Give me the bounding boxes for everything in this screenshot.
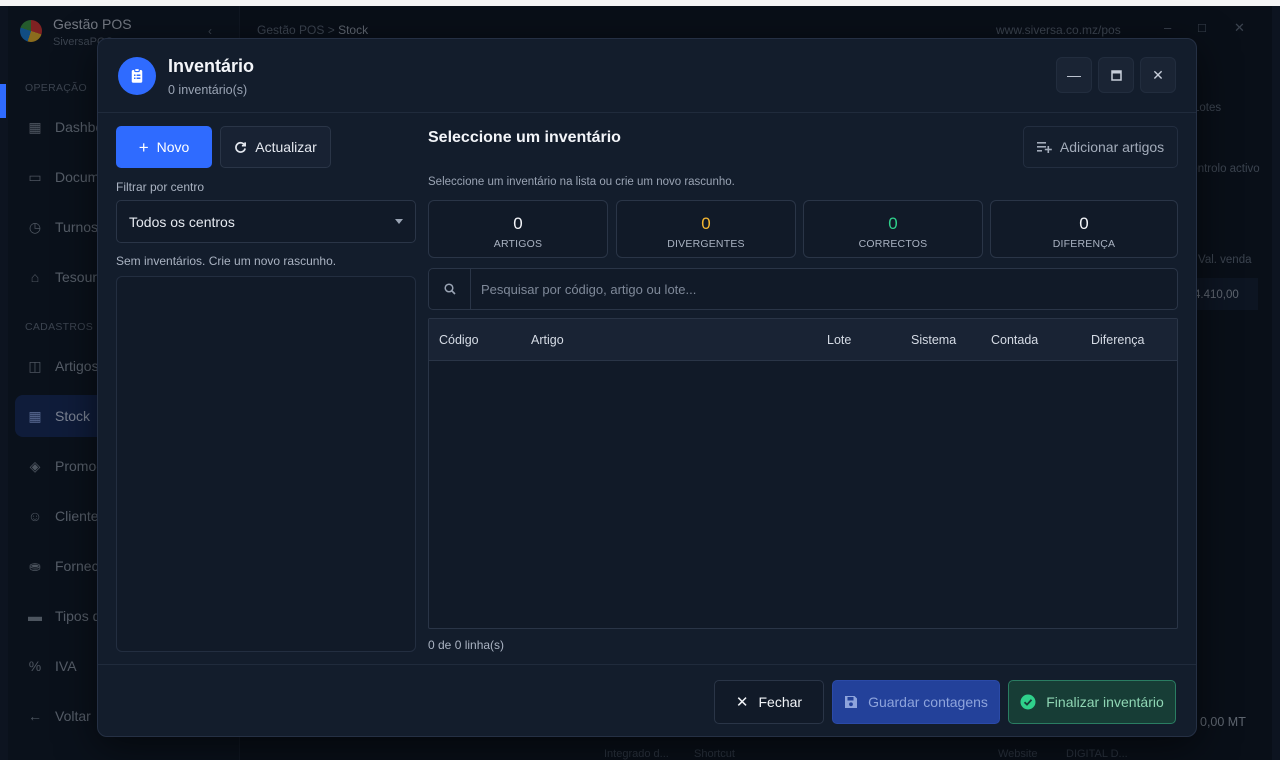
search-input[interactable] — [471, 269, 1177, 309]
new-inventory-label: Novo — [156, 139, 190, 155]
column-header-contada[interactable]: Contada — [991, 333, 1038, 347]
clipboard-icon — [118, 57, 156, 95]
desktop-left-edge — [0, 6, 8, 760]
refresh-label: Actualizar — [255, 139, 317, 155]
inventory-list[interactable] — [116, 276, 416, 652]
center-filter-value: Todos os centros — [129, 213, 235, 230]
refresh-button[interactable]: Actualizar — [220, 126, 331, 168]
finalize-label: Finalizar inventário — [1046, 694, 1164, 710]
panel-hint: Seleccione um inventário na lista ou cri… — [428, 176, 735, 188]
filter-label: Filtrar por centro — [116, 180, 205, 194]
stat-value: 0 — [1079, 214, 1089, 233]
row-count: 0 de 0 linha(s) — [428, 638, 505, 652]
close-button[interactable]: ✕ Fechar — [714, 680, 824, 724]
minus-icon: — — [1067, 67, 1081, 83]
close-modal-button[interactable]: ✕ — [1140, 57, 1176, 93]
stat-label: DIVERGENTES — [667, 238, 745, 250]
table-header: Código Artigo Lote Sistema Contada Difer… — [429, 319, 1177, 361]
stat-diferenca: 0 DIFERENÇA — [990, 200, 1178, 258]
stat-value: 0 — [513, 214, 523, 233]
close-label: Fechar — [758, 694, 803, 710]
empty-inventories-message: Sem inventários. Crie um novo rascunho. — [116, 254, 337, 268]
modal-subtitle: 0 inventário(s) — [168, 83, 248, 97]
inventory-lines-table: Código Artigo Lote Sistema Contada Difer… — [428, 318, 1178, 629]
modal-header: Inventário 0 inventário(s) — ✕ — [98, 39, 1196, 113]
modal-footer: ✕ Fechar Guardar contagens Finalizar inv… — [98, 664, 1196, 738]
inventory-modal: Inventário 0 inventário(s) — ✕ + Novo Ac… — [97, 38, 1197, 737]
save-counts-label: Guardar contagens — [868, 694, 988, 710]
stat-label: DIFERENÇA — [1052, 238, 1116, 250]
desktop-right-edge — [1272, 6, 1280, 760]
save-counts-button[interactable]: Guardar contagens — [832, 680, 1000, 724]
finalize-inventory-button[interactable]: Finalizar inventário — [1008, 680, 1176, 724]
column-header-lote[interactable]: Lote — [827, 333, 851, 347]
new-inventory-button[interactable]: + Novo — [116, 126, 212, 168]
maximize-icon — [1110, 69, 1122, 81]
center-filter-select[interactable]: Todos os centros — [116, 200, 416, 243]
desktop-edge-accent — [0, 84, 6, 118]
stat-correctos: 0 CORRECTOS — [803, 200, 983, 258]
add-items-button[interactable]: Adicionar artigos — [1023, 126, 1178, 168]
refresh-icon — [235, 141, 247, 153]
column-header-sistema[interactable]: Sistema — [911, 333, 956, 347]
stat-value: 0 — [701, 214, 711, 233]
maximize-button[interactable] — [1098, 57, 1134, 93]
search-box — [428, 268, 1178, 310]
playlist-add-icon — [1036, 142, 1052, 153]
close-icon: ✕ — [735, 694, 749, 711]
stat-label: CORRECTOS — [858, 238, 928, 250]
minimize-button[interactable]: — — [1056, 57, 1092, 93]
chevron-down-icon — [395, 219, 403, 224]
plus-icon: + — [138, 137, 149, 157]
stat-value: 0 — [888, 214, 898, 233]
panel-title: Seleccione um inventário — [428, 129, 621, 146]
search-icon — [429, 269, 471, 309]
add-items-label: Adicionar artigos — [1059, 139, 1165, 155]
column-header-codigo[interactable]: Código — [439, 333, 479, 347]
column-header-artigo[interactable]: Artigo — [531, 333, 564, 347]
stat-artigos: 0 ARTIGOS — [428, 200, 608, 258]
close-icon: ✕ — [1152, 66, 1164, 83]
stat-label: ARTIGOS — [493, 238, 543, 250]
check-circle-icon — [1020, 694, 1036, 710]
column-header-diferenca[interactable]: Diferença — [1091, 333, 1145, 347]
save-icon — [845, 696, 858, 708]
stat-divergentes: 0 DIVERGENTES — [616, 200, 796, 258]
modal-title: Inventário — [168, 56, 255, 76]
